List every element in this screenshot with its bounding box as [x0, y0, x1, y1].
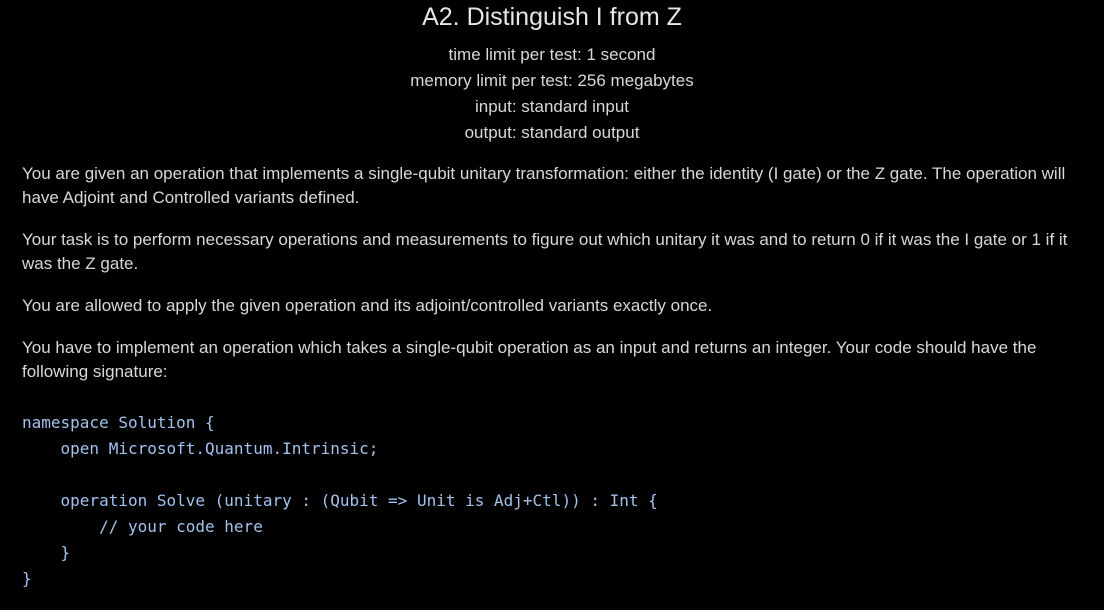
statement-paragraph: You are given an operation that implemen…	[22, 164, 1066, 207]
code-line: operation Solve (unitary : (Qubit => Uni…	[22, 491, 658, 510]
statement-paragraph: You are allowed to apply the given opera…	[22, 296, 713, 315]
problem-header: A2. Distinguish I from Z time limit per …	[0, 0, 1104, 146]
code-line: open Microsoft.Quantum.Intrinsic;	[22, 439, 379, 458]
code-signature-block: namespace Solution { open Microsoft.Quan…	[22, 410, 658, 592]
time-limit: time limit per test: 1 second	[448, 45, 656, 64]
statement-paragraph: You have to implement an operation which…	[22, 338, 1037, 381]
code-line: }	[22, 569, 32, 588]
problem-title: A2. Distinguish I from Z	[422, 3, 682, 31]
output-spec: output: standard output	[464, 123, 640, 142]
code-line: // your code here	[22, 517, 263, 536]
problem-statement: You are given an operation that implemen…	[22, 162, 1102, 402]
statement-paragraph: Your task is to perform necessary operat…	[22, 230, 1068, 273]
memory-limit: memory limit per test: 256 megabytes	[410, 71, 694, 90]
code-line: namespace Solution {	[22, 413, 215, 432]
input-spec: input: standard input	[474, 97, 630, 116]
code-line: }	[22, 543, 71, 562]
